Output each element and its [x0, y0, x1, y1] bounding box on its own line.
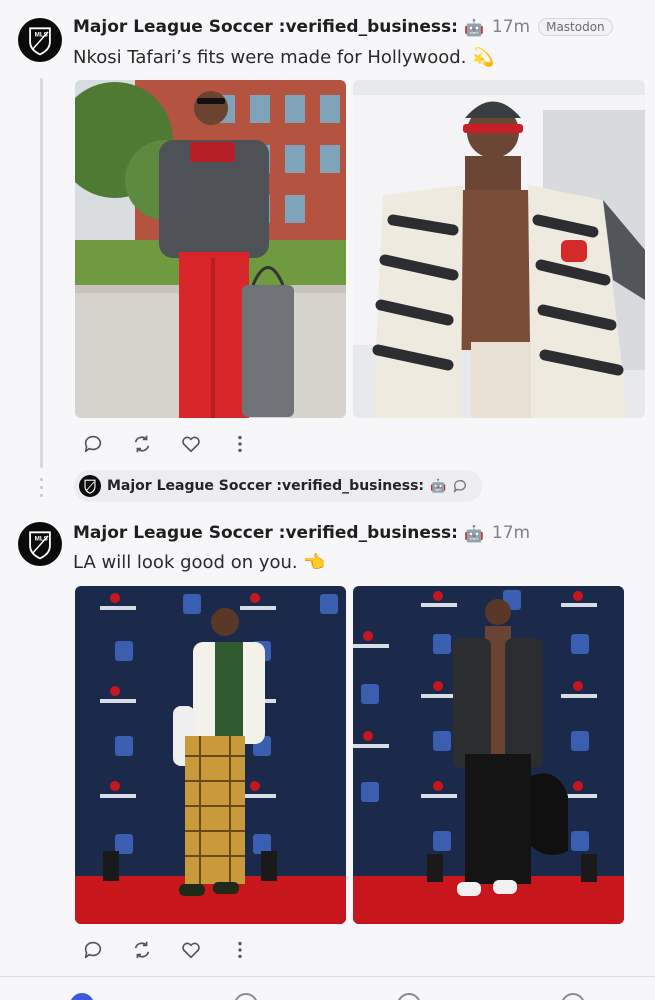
reply-button[interactable] — [80, 431, 106, 457]
mls-logo-icon: MLS — [29, 27, 51, 56]
media-gallery — [75, 80, 645, 418]
post-header: Major League Soccer :verified_business: … — [73, 17, 613, 37]
bot-badge-icon: 🤖 — [430, 478, 447, 494]
post-text: LA will look good on you. 👈 — [73, 552, 326, 573]
post-header: Major League Soccer :verified_business: … — [73, 523, 530, 543]
favourite-button[interactable] — [178, 431, 204, 457]
heart-icon — [182, 436, 200, 453]
more-options-button[interactable] — [227, 431, 253, 457]
post-text: Nkosi Tafari’s fits were made for Hollyw… — [73, 47, 495, 68]
reply-button[interactable] — [80, 937, 106, 963]
media-gallery — [75, 586, 624, 924]
boost-button[interactable] — [129, 431, 155, 457]
notifications-tab-icon[interactable] — [397, 993, 422, 1000]
reply-icon — [84, 941, 102, 959]
post-time[interactable]: 17m — [492, 523, 530, 543]
mls-logo-icon — [84, 479, 96, 494]
author-name[interactable]: Major League Soccer :verified_business: — [73, 17, 458, 37]
bot-badge-icon: 🤖 — [463, 523, 484, 543]
mls-logo-icon: MLS — [29, 531, 51, 560]
thread-line — [40, 78, 43, 468]
photo-red-carpet-2[interactable] — [353, 586, 624, 924]
post-time[interactable]: 17m — [492, 17, 530, 37]
boost-icon — [134, 941, 150, 959]
red-carpet-photo-icon — [353, 586, 624, 924]
explore-tab-icon[interactable] — [233, 993, 258, 1000]
red-carpet-photo-icon — [75, 586, 346, 924]
street-photo-icon — [75, 80, 346, 418]
heart-icon — [182, 942, 200, 959]
svg-text:MLS: MLS — [35, 535, 48, 542]
reply-icon — [453, 480, 467, 493]
more-vertical-icon — [238, 435, 242, 453]
pointing-hand-emoji-icon: 👈 — [303, 552, 326, 573]
dizzy-emoji-icon: 💫 — [472, 47, 495, 68]
post-actions — [80, 937, 253, 963]
photo-street-2[interactable] — [353, 80, 645, 418]
photo-street-1[interactable] — [75, 80, 346, 418]
boost-button[interactable] — [129, 937, 155, 963]
post-actions — [80, 431, 253, 457]
mls-avatar[interactable]: MLS — [18, 522, 62, 566]
home-tab-icon[interactable] — [69, 993, 94, 1000]
bottom-navigation — [0, 977, 655, 1000]
more-options-button[interactable] — [227, 937, 253, 963]
thread-gap-dots — [39, 478, 44, 502]
post-text-body: Nkosi Tafari’s fits were made for Hollyw… — [73, 47, 467, 68]
street-photo-icon — [353, 80, 645, 418]
chip-avatar — [79, 475, 101, 497]
photo-red-carpet-1[interactable] — [75, 586, 346, 924]
reply-icon — [84, 435, 102, 453]
reply-context-chip[interactable]: Major League Soccer :verified_business: … — [74, 470, 483, 502]
profile-tab-icon[interactable] — [561, 993, 586, 1000]
svg-text:MLS: MLS — [35, 31, 48, 38]
boost-icon — [134, 435, 150, 453]
more-vertical-icon — [238, 941, 242, 959]
post-text-body: LA will look good on you. — [73, 552, 298, 573]
bot-badge-icon: 🤖 — [463, 17, 484, 37]
source-badge: Mastodon — [538, 18, 613, 36]
author-name[interactable]: Major League Soccer :verified_business: — [73, 523, 458, 543]
mls-avatar[interactable]: MLS — [18, 18, 62, 62]
chip-author: Major League Soccer :verified_business: — [107, 478, 425, 494]
favourite-button[interactable] — [178, 937, 204, 963]
